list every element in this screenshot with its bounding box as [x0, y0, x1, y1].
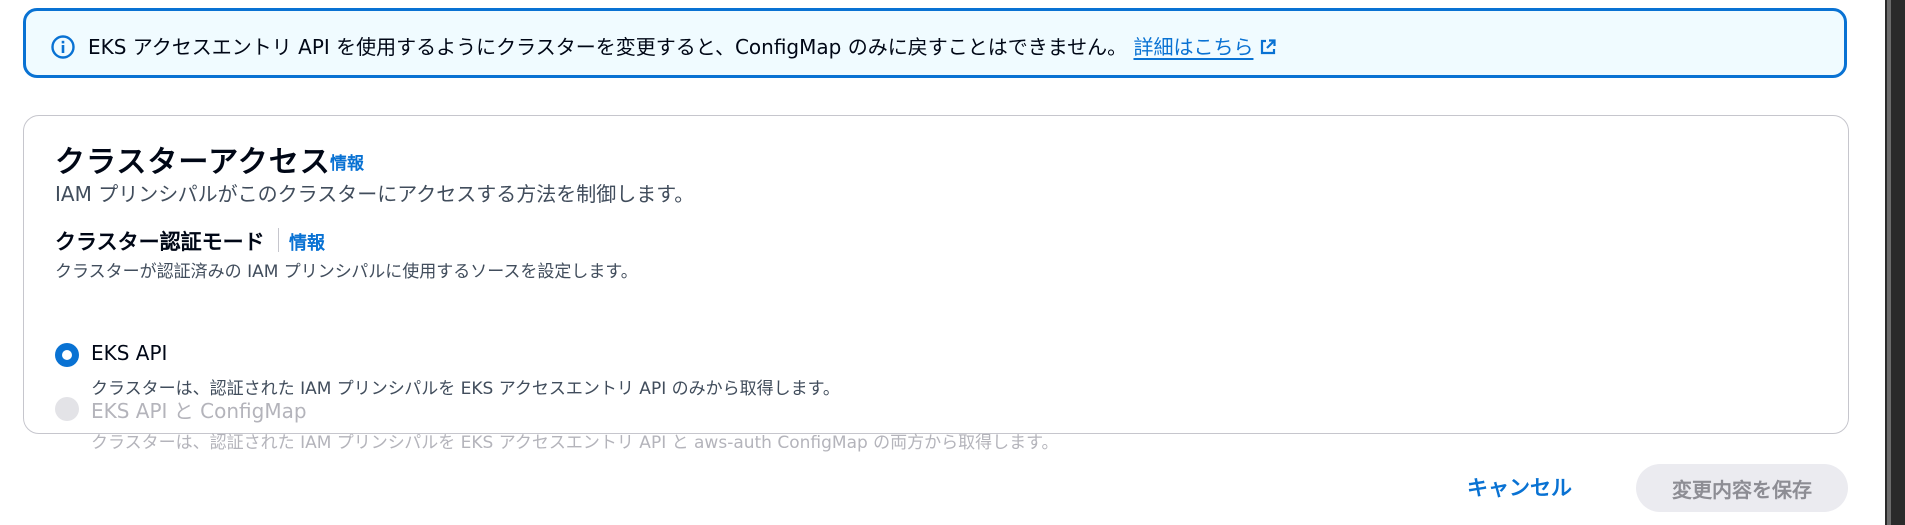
- cancel-button[interactable]: キャンセル: [1467, 472, 1572, 502]
- radio-eks-api-configmap: [55, 397, 79, 421]
- panel-description: IAM プリンシパルがこのクラスターにアクセスする方法を制御します。: [55, 182, 695, 206]
- auth-mode-info-link[interactable]: 情報: [289, 229, 325, 255]
- window-scrollbar-thumb[interactable]: [1887, 0, 1891, 525]
- info-circle-icon: [51, 35, 75, 59]
- auth-mode-label: クラスター認証モード: [55, 230, 265, 254]
- radio-eks-api[interactable]: [55, 343, 79, 367]
- panel-info-link[interactable]: 情報: [330, 149, 364, 174]
- alert-text: EKS アクセスエントリ API を使用するようにクラスターを変更すると、Con…: [88, 33, 1277, 61]
- auth-mode-description: クラスターが認証済みの IAM プリンシパルに使用するソースを設定します。: [55, 262, 638, 282]
- cluster-access-panel: クラスターアクセス 情報 IAM プリンシパルがこのクラスターにアクセスする方法…: [23, 115, 1849, 453]
- learn-more-label[interactable]: 詳細はこちら: [1133, 35, 1253, 59]
- learn-more-link[interactable]: 詳細はこちら: [1133, 35, 1277, 59]
- option-eks-api-configmap-description: クラスターは、認証された IAM プリンシパルを EKS アクセスエントリ AP…: [91, 433, 1059, 453]
- option-eks-api-configmap-label: EKS API と ConfigMap: [91, 399, 307, 423]
- label-divider: [278, 228, 279, 252]
- alert-message: EKS アクセスエントリ API を使用するようにクラスターを変更すると、Con…: [88, 35, 1128, 59]
- option-eks-api-label[interactable]: EKS API: [91, 341, 167, 365]
- save-changes-button: 変更内容を保存: [1636, 464, 1848, 512]
- info-alert: EKS アクセスエントリ API を使用するようにクラスターを変更すると、Con…: [23, 8, 1847, 78]
- external-link-icon[interactable]: [1259, 38, 1277, 56]
- panel-title: クラスターアクセス: [55, 145, 331, 180]
